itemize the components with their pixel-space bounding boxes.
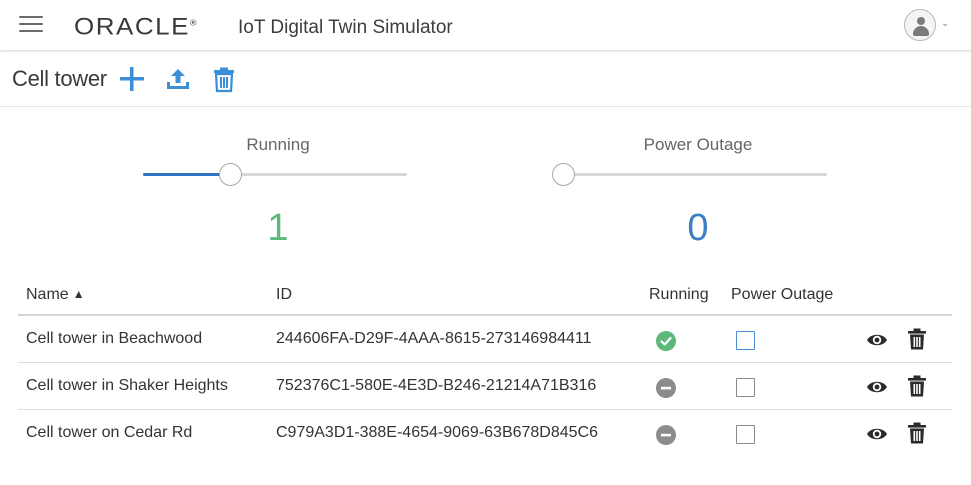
upload-icon — [167, 69, 189, 89]
stopped-minus-icon — [656, 378, 676, 398]
device-name: Cell tower in Shaker Heights — [26, 377, 228, 394]
device-name: Cell tower in Beachwood — [26, 330, 203, 347]
chevron-down-icon[interactable]: ⌄ — [941, 18, 949, 29]
device-name: Cell tower on Cedar Rd — [26, 424, 193, 441]
devices-table: Name ▲ ID Running Power Outage Cell tower… — [18, 270, 952, 457]
column-header-outage[interactable]: Power Outage — [731, 286, 833, 304]
outage-count: 0 — [687, 207, 709, 249]
running-slider-fill — [143, 173, 231, 176]
power-outage-checkbox[interactable] — [736, 425, 755, 444]
app-title: IoT Digital Twin Simulator — [238, 17, 453, 38]
running-count: 1 — [267, 207, 289, 249]
plus-icon — [120, 67, 144, 91]
running-slider[interactable] — [143, 163, 407, 186]
running-slider-thumb[interactable] — [219, 163, 243, 186]
outage-slider-thumb[interactable] — [552, 163, 575, 186]
view-eye-icon[interactable] — [866, 425, 888, 443]
device-id: C979A3D1-388E-4654-9069-63B678D845C6 — [276, 424, 599, 441]
table-row: Cell tower in Beachwood 244606FA-D29F-4A… — [18, 316, 952, 363]
stopped-minus-icon — [656, 425, 676, 445]
column-header-name[interactable]: Name ▲ — [26, 286, 85, 304]
device-id: 752376C1-580E-4E3D-B246-21214A71B316 — [276, 377, 597, 394]
power-outage-checkbox[interactable] — [736, 378, 755, 397]
hamburger-menu-icon[interactable] — [19, 16, 43, 34]
table-row: Cell tower in Shaker Heights 752376C1-58… — [18, 363, 952, 410]
outage-slider[interactable] — [552, 163, 827, 186]
running-check-icon — [656, 331, 676, 351]
power-outage-checkbox[interactable] — [736, 331, 755, 350]
user-avatar-icon[interactable] — [904, 9, 936, 41]
page-title: Cell tower — [12, 66, 107, 91]
outage-slider-group: Power Outage 0 — [552, 135, 833, 255]
view-eye-icon[interactable] — [866, 378, 888, 396]
delete-all-button[interactable] — [210, 65, 238, 93]
add-device-button[interactable] — [118, 65, 146, 93]
delete-row-trash-icon[interactable] — [907, 328, 927, 350]
running-slider-label: Running — [246, 135, 310, 154]
view-eye-icon[interactable] — [866, 331, 888, 349]
table-row: Cell tower on Cedar Rd C979A3D1-388E-465… — [18, 410, 952, 457]
sort-ascending-icon: ▲ — [72, 287, 85, 301]
trash-icon — [214, 67, 234, 93]
upload-button[interactable] — [164, 65, 192, 93]
delete-row-trash-icon[interactable] — [907, 375, 927, 397]
column-header-running[interactable]: Running — [649, 286, 709, 304]
oracle-logo: ORACLE® — [74, 12, 197, 40]
outage-slider-label: Power Outage — [643, 135, 753, 154]
app-header: ORACLE® IoT Digital Twin Simulator ⌄ — [0, 0, 971, 50]
page-toolbar: Cell tower — [0, 50, 971, 107]
column-header-id[interactable]: ID — [276, 286, 292, 304]
delete-row-trash-icon[interactable] — [907, 422, 927, 444]
device-id: 244606FA-D29F-4AAA-8615-273146984411 — [276, 330, 592, 347]
running-slider-group: Running 1 — [143, 135, 413, 255]
table-header: Name ▲ ID Running Power Outage — [18, 270, 952, 316]
